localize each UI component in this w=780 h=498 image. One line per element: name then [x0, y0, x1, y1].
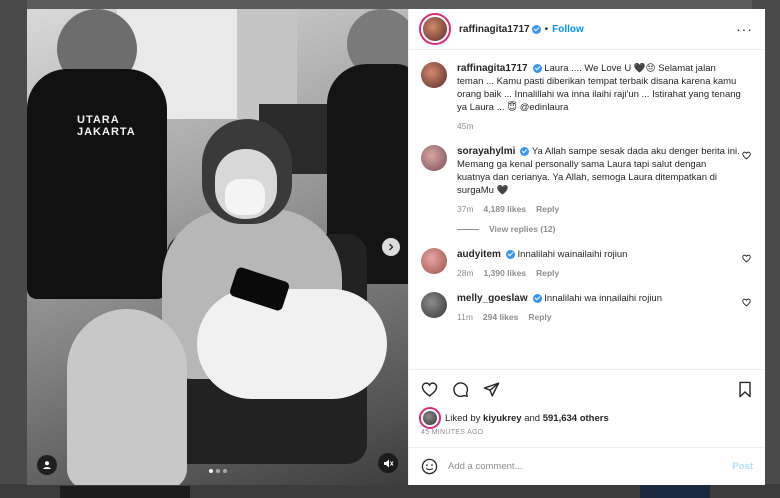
caption-time[interactable]: 45m [457, 121, 474, 131]
likes-summary: Liked by kiyukrey and 591,634 others [409, 409, 765, 427]
like-comment-button[interactable] [742, 151, 751, 160]
post-header: raffinagita1717 • Follow ··· [409, 9, 765, 50]
likes-prefix: Liked by [445, 412, 481, 424]
comment-item: melly_goeslaw Innalilahi wa innailaihi r… [421, 292, 753, 322]
like-comment-button[interactable] [742, 254, 751, 263]
comment-bubble-icon [453, 382, 469, 398]
post-timestamp[interactable]: 45 MINUTES AGO [409, 427, 765, 447]
caption-username[interactable]: raffinagita1717 [457, 63, 528, 74]
post-photo[interactable]: UTARA JAKARTA [27, 9, 408, 485]
photo-plush-toy [197, 289, 387, 399]
user-icon [43, 461, 51, 469]
heart-icon [742, 298, 751, 307]
emoji-smile-icon [421, 458, 438, 475]
like-comment-button[interactable] [742, 298, 751, 307]
comment-likes[interactable]: 1,390 likes [484, 268, 527, 278]
photo-face-mask [225, 179, 265, 215]
post-sidebar: raffinagita1717 • Follow ··· raffinagita… [408, 9, 765, 485]
caption: raffinagita1717 Laura .... We Love U 🖤😔 … [421, 62, 753, 131]
speaker-muted-icon [383, 459, 393, 467]
comment-username[interactable]: melly_goeslaw [457, 293, 528, 304]
replies-line [457, 228, 479, 230]
heart-icon [742, 254, 751, 263]
backdrop-strip-blue [640, 484, 710, 498]
carousel-dot [208, 469, 213, 473]
comment-text: melly_goeslaw Innalilahi wa innailaihi r… [457, 292, 742, 305]
heart-icon [742, 151, 751, 160]
author-username[interactable]: raffinagita1717 [459, 24, 530, 35]
mute-button[interactable] [378, 453, 398, 473]
comment-meta: 28m 1,390 likes Reply [457, 268, 742, 278]
reply-button[interactable]: Reply [536, 268, 559, 278]
chevron-right-icon [389, 243, 394, 251]
comment-item: audyitem Innalilahi wainailaihi rojiun 2… [421, 248, 753, 278]
save-button[interactable] [737, 381, 753, 398]
view-replies-button[interactable]: View replies (12) [457, 224, 753, 234]
verified-badge-icon [505, 249, 515, 259]
likes-middle: and [521, 412, 543, 424]
comment-text: sorayahylmi Ya Allah sampe sesak dada ak… [457, 145, 742, 197]
backdrop-strip [60, 486, 190, 498]
paper-plane-icon [483, 382, 500, 397]
like-button[interactable] [421, 381, 438, 398]
comment-time[interactable]: 11m [457, 312, 473, 322]
comment-username[interactable]: sorayahylmi [457, 146, 515, 157]
photo-shirt-text: UTARA JAKARTA [77, 114, 136, 138]
comment-body: Innalilahi wainailaihi rojiun [517, 249, 628, 260]
backdrop-left[interactable] [0, 0, 27, 498]
comment-button[interactable] [452, 381, 469, 398]
verified-badge-icon [520, 146, 530, 156]
post-comment-button[interactable]: Post [732, 461, 753, 472]
verified-badge-icon [532, 63, 542, 73]
heart-icon [421, 382, 438, 397]
comment-time[interactable]: 28m [457, 268, 474, 278]
carousel-dot [222, 469, 227, 473]
next-photo-button[interactable] [382, 238, 400, 256]
view-replies-label[interactable]: View replies (12) [489, 224, 555, 234]
comment-body: Innalilahi wa innailaihi rojiun [544, 293, 663, 304]
comment-composer: Post [409, 447, 765, 485]
share-button[interactable] [483, 381, 500, 398]
tagged-users-button[interactable] [37, 455, 57, 475]
likes-count[interactable]: 591,634 others [543, 413, 609, 424]
comments-list[interactable]: raffinagita1717 Laura .... We Love U 🖤😔 … [409, 50, 765, 369]
comment-likes[interactable]: 294 likes [483, 312, 518, 322]
verified-badge-icon [531, 24, 541, 34]
comment-meta: 11m 294 likes Reply [457, 312, 742, 322]
comment-avatar[interactable] [421, 145, 447, 171]
post-modal: UTARA JAKARTA raffinagita1717 • Follow ·… [27, 9, 765, 485]
reply-button[interactable]: Reply [536, 204, 559, 214]
photo-person-left [27, 69, 167, 299]
comment-avatar[interactable] [421, 292, 447, 318]
comment-meta: 37m 4,189 likes Reply [457, 204, 742, 214]
liker-username[interactable]: kiyukrey [483, 413, 522, 424]
caption-meta: 45m [457, 121, 742, 131]
comment-text: audyitem Innalilahi wainailaihi rojiun [457, 248, 742, 261]
follow-button[interactable]: Follow [552, 24, 584, 35]
backdrop-bottom [0, 484, 780, 498]
header-separator: • [544, 23, 549, 35]
author-avatar[interactable] [421, 15, 449, 43]
verified-badge-icon [532, 293, 542, 303]
comment-time[interactable]: 37m [457, 204, 474, 214]
caption-avatar[interactable] [421, 62, 447, 88]
comment-item: sorayahylmi Ya Allah sampe sesak dada ak… [421, 145, 753, 214]
caption-text: raffinagita1717 Laura .... We Love U 🖤😔 … [457, 62, 742, 114]
more-options-icon[interactable]: ··· [736, 21, 753, 37]
comment-input[interactable] [448, 461, 733, 472]
post-actions [409, 369, 765, 409]
liker-avatar[interactable] [421, 409, 439, 427]
photo-foreground-hand [67, 309, 187, 485]
reply-button[interactable]: Reply [528, 312, 551, 322]
carousel-dot [215, 469, 220, 473]
comment-username[interactable]: audyitem [457, 249, 501, 260]
comment-likes[interactable]: 4,189 likes [484, 204, 527, 214]
comment-avatar[interactable] [421, 248, 447, 274]
bookmark-icon [739, 381, 751, 398]
emoji-button[interactable] [421, 458, 438, 475]
carousel-dots [27, 469, 408, 473]
